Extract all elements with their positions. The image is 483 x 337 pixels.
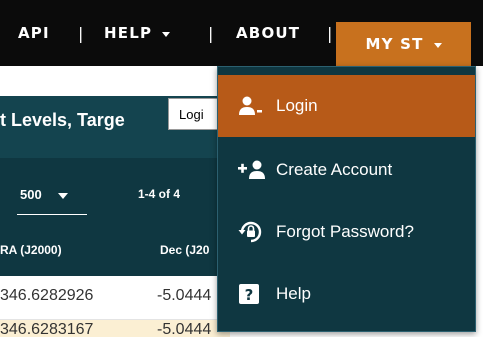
select-underline bbox=[17, 214, 87, 215]
nav-api-link[interactable]: API bbox=[18, 0, 50, 66]
top-navbar: API | HELP | ABOUT | MY ST bbox=[0, 0, 483, 66]
page-title: t Levels, Targe bbox=[0, 110, 125, 130]
menu-item-create-account[interactable]: Create Account bbox=[218, 139, 475, 201]
add-user-icon bbox=[238, 159, 268, 181]
help-icon: ? bbox=[238, 283, 268, 305]
chevron-down-icon bbox=[162, 31, 171, 37]
chevron-down-icon bbox=[57, 192, 68, 199]
nav-separator: | bbox=[208, 23, 214, 43]
table-cell-ra: 346.6282926 bbox=[0, 287, 94, 304]
menu-item-label: Login bbox=[276, 96, 318, 115]
menu-item-help[interactable]: ? Help bbox=[218, 263, 475, 325]
column-header-dec[interactable]: Dec (J20 bbox=[160, 243, 209, 257]
svg-text:?: ? bbox=[245, 286, 254, 304]
menu-item-label: Forgot Password? bbox=[276, 222, 414, 241]
nav-separator: | bbox=[78, 23, 84, 43]
nav-help-menu[interactable]: HELP bbox=[104, 0, 171, 66]
nav-my-st-menu[interactable]: MY ST bbox=[336, 22, 471, 66]
nav-help-label: HELP bbox=[104, 24, 153, 42]
column-header-ra[interactable]: RA (J2000) bbox=[0, 243, 62, 257]
nav-separator: | bbox=[327, 23, 333, 43]
login-user-icon bbox=[238, 95, 268, 117]
nav-my-st-label: MY ST bbox=[365, 35, 424, 53]
my-st-dropdown-menu: Login Create Account Forgot Password? ? … bbox=[217, 66, 476, 332]
pagination-info: 1-4 of 4 bbox=[138, 187, 181, 201]
rows-per-page-value: 500 bbox=[20, 187, 42, 202]
nav-about-link[interactable]: ABOUT bbox=[236, 0, 300, 66]
menu-item-label: Help bbox=[276, 284, 311, 303]
lock-reset-icon bbox=[238, 219, 268, 245]
menu-item-forgot-password[interactable]: Forgot Password? bbox=[218, 201, 475, 263]
rows-per-page-select[interactable]: 500 bbox=[20, 187, 68, 202]
table-cell-dec: -5.0444 bbox=[157, 321, 212, 337]
chevron-down-icon bbox=[433, 42, 442, 48]
table-cell-ra: 346.6283167 bbox=[0, 321, 94, 337]
table-cell-dec: -5.0444 bbox=[157, 287, 212, 304]
menu-item-label: Create Account bbox=[276, 160, 393, 179]
menu-item-login[interactable]: Login bbox=[218, 75, 475, 137]
